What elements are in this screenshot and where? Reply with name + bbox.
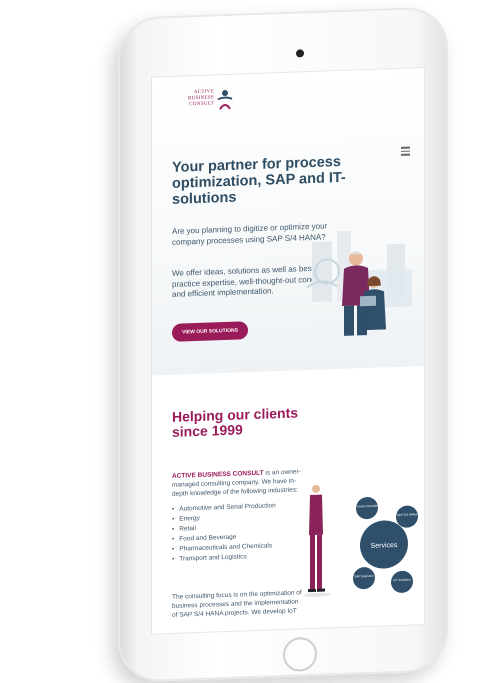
service-node-label: SAP Solutions xyxy=(354,574,374,579)
consulting-focus-text: The consulting focus is on the optimizat… xyxy=(172,589,302,619)
services-diagram: Services Process Consulting SAP S/4 HANA… xyxy=(303,484,418,597)
logo-figure-icon xyxy=(217,90,233,110)
tablet-device: ACTIVE BUSINESS CONSULT Your partner for… xyxy=(118,6,448,683)
view-solutions-button[interactable]: VIEW OUR SOLUTIONS xyxy=(172,321,248,342)
consultant-figure xyxy=(303,484,331,597)
logo-line-2: BUSINESS xyxy=(187,95,214,102)
hamburger-menu-icon[interactable] xyxy=(401,146,410,156)
company-logo[interactable]: ACTIVE BUSINESS CONSULT xyxy=(172,88,242,116)
hero-section: ACTIVE BUSINESS CONSULT Your partner for… xyxy=(152,68,424,376)
logo-line-3: CONSULT xyxy=(189,101,214,108)
hero-headline: Your partner for process optimization, S… xyxy=(172,153,346,208)
clients-heading: Helping our clients since 1999 xyxy=(172,404,299,440)
website-screen[interactable]: ACTIVE BUSINESS CONSULT Your partner for… xyxy=(151,67,425,635)
logo-text: ACTIVE BUSINESS CONSULT xyxy=(172,89,214,108)
clients-intro: ACTIVE BUSINESS CONSULT is an owner-mana… xyxy=(172,467,302,499)
service-node-label: IoT Solutions xyxy=(393,578,411,583)
clients-section: Helping our clients since 1999 ACTIVE BU… xyxy=(152,366,424,634)
home-button[interactable] xyxy=(283,636,317,672)
services-center-label: Services xyxy=(371,542,398,550)
camera-icon xyxy=(296,49,304,58)
service-node-label: SAP S/4 HANA xyxy=(397,512,417,517)
industries-list: Automotive and Serial Production Energy … xyxy=(172,501,292,565)
consultants-illustration xyxy=(306,230,412,336)
logo-line-1: ACTIVE xyxy=(193,89,214,96)
